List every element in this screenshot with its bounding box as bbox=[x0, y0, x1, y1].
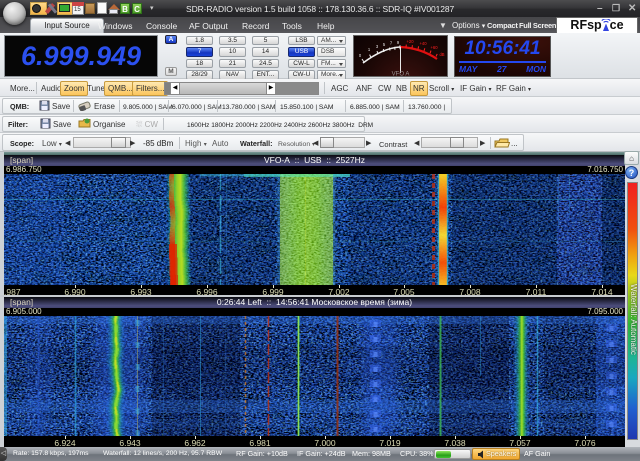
svg-text:6.924: 6.924 bbox=[54, 438, 76, 447]
svg-text:dB: dB bbox=[439, 52, 444, 57]
svg-text:7.019: 7.019 bbox=[379, 438, 401, 447]
svg-text:7.076: 7.076 bbox=[574, 438, 596, 447]
svg-text:6.981: 6.981 bbox=[249, 438, 271, 447]
svg-text:7: 7 bbox=[390, 41, 393, 46]
svg-text:+20: +20 bbox=[406, 39, 414, 44]
svg-text:+60: +60 bbox=[430, 45, 438, 50]
svg-text:6.962: 6.962 bbox=[184, 438, 206, 447]
svg-text:VFO A: VFO A bbox=[392, 72, 410, 78]
svg-text:9: 9 bbox=[397, 40, 400, 45]
svg-text:7.057: 7.057 bbox=[509, 438, 531, 447]
svg-text:0: 0 bbox=[359, 53, 362, 58]
svg-text:6.943: 6.943 bbox=[119, 438, 141, 447]
svg-text:1: 1 bbox=[368, 47, 371, 52]
svg-text:7.038: 7.038 bbox=[444, 438, 466, 447]
svg-text:+40: +40 bbox=[419, 41, 427, 46]
svg-text:3: 3 bbox=[376, 44, 379, 49]
svg-text:7.000: 7.000 bbox=[314, 438, 336, 447]
svg-text:5: 5 bbox=[383, 42, 386, 47]
